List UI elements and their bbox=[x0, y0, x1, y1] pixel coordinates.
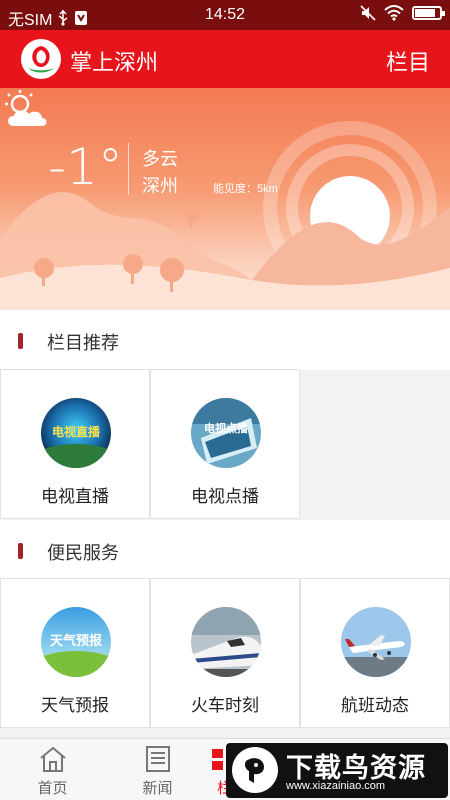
home-icon bbox=[40, 746, 66, 772]
weather-forecast-icon-caption: 天气预报 bbox=[50, 633, 103, 649]
tv-live-icon: 电视直播 bbox=[41, 398, 111, 468]
mute-icon bbox=[360, 5, 376, 21]
visibility-text: 能见度：5km bbox=[213, 183, 278, 195]
tile-flight-status[interactable]: 航班动态 bbox=[300, 578, 450, 728]
partly-cloudy-icon bbox=[5, 90, 47, 126]
news-icon bbox=[146, 746, 170, 772]
battery-icon bbox=[412, 6, 445, 20]
tile-tv-live[interactable]: 电视直播 电视直播 bbox=[0, 369, 150, 519]
tile-tv-vod[interactable]: 电视点播 电视点播 bbox=[150, 369, 300, 519]
temperature: -1° bbox=[48, 138, 123, 196]
section-title: 栏目推荐 bbox=[47, 333, 119, 353]
watermark: 下载鸟资源 www.xiazainiao.com bbox=[226, 743, 448, 798]
banner-scenery bbox=[0, 121, 450, 310]
tv-vod-icon: 电视点播 bbox=[191, 398, 261, 468]
section-marker bbox=[18, 333, 23, 349]
app-logo-icon bbox=[21, 39, 61, 79]
tile-label: 电视点播 bbox=[191, 487, 259, 506]
watermark-url: www.xiazainiao.com bbox=[286, 780, 386, 792]
app-title: 掌上深州 bbox=[70, 50, 159, 75]
section-title: 便民服务 bbox=[47, 543, 119, 563]
weather-forecast-icon: 天气预报 bbox=[41, 607, 111, 677]
tile-label: 电视直播 bbox=[41, 487, 109, 506]
status-right bbox=[360, 5, 445, 21]
weather-city: 深州 bbox=[142, 176, 178, 196]
tv-live-icon-caption: 电视直播 bbox=[52, 424, 101, 439]
train-icon bbox=[191, 607, 261, 677]
app-header: 掌上深州 栏目 bbox=[0, 30, 450, 88]
nav-label: 首页 bbox=[37, 780, 68, 797]
tile-label: 航班动态 bbox=[341, 696, 409, 715]
weather-condition: 多云 bbox=[142, 149, 178, 169]
tv-vod-icon-caption: 电视点播 bbox=[204, 421, 249, 435]
tile-label: 火车时刻 bbox=[191, 696, 259, 715]
wifi-icon bbox=[384, 5, 404, 21]
nav-home[interactable]: 首页 bbox=[0, 739, 105, 800]
section-header-recommended: 栏目推荐 bbox=[0, 310, 450, 370]
columns-menu-button[interactable]: 栏目 bbox=[386, 45, 430, 77]
watermark-bird-icon bbox=[232, 747, 278, 793]
tile-label: 天气预报 bbox=[41, 696, 109, 715]
section-marker bbox=[18, 543, 23, 559]
weather-banner[interactable]: -1° 多云 深州 能见度：5km bbox=[0, 88, 450, 310]
status-bar: 无SIM 14:52 bbox=[0, 0, 450, 30]
tile-train-schedule[interactable]: 火车时刻 bbox=[150, 578, 300, 728]
tile-weather-forecast[interactable]: 天气预报 天气预报 bbox=[0, 578, 150, 728]
section-header-services: 便民服务 bbox=[0, 520, 450, 580]
airplane-icon bbox=[341, 607, 411, 677]
weather-divider bbox=[128, 143, 129, 195]
